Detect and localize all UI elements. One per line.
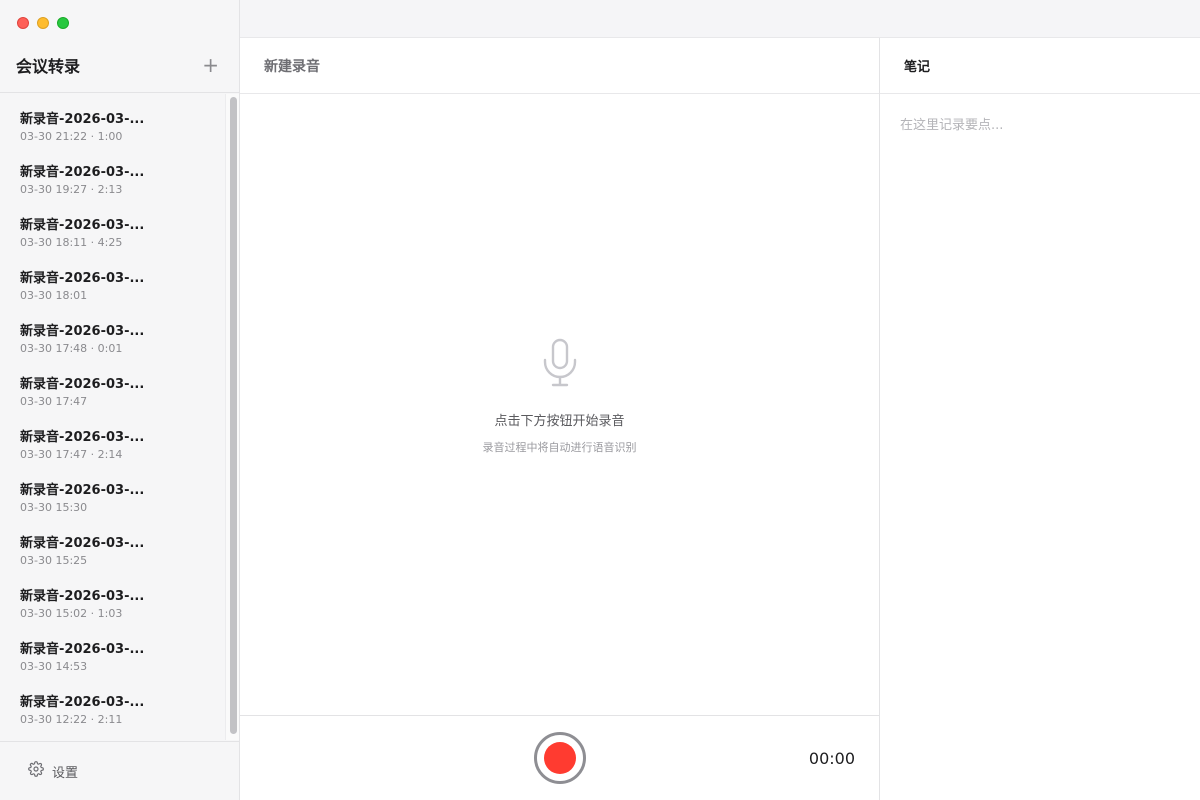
- recording-item-meta: 03-30 15:02 · 1:03: [20, 607, 123, 620]
- add-recording-button[interactable]: +: [202, 55, 219, 75]
- record-button[interactable]: [534, 732, 586, 784]
- minimize-window-button[interactable]: [37, 17, 49, 29]
- recording-pane: 新建录音 点击下方按钮开始录音 录音过程中将自动进行语音识别 00:00: [240, 38, 880, 800]
- settings-label: 设置: [52, 765, 79, 781]
- recording-item-title: 新录音-2026-03-...: [20, 112, 145, 127]
- recording-list-item[interactable]: 新录音-2026-03-... 03-30 18:11 · 4:25: [0, 200, 239, 253]
- microphone-icon: [540, 338, 580, 392]
- recording-item-title: 新录音-2026-03-...: [20, 377, 145, 392]
- recording-controls: 00:00: [240, 715, 879, 800]
- empty-state-title: 点击下方按钮开始录音: [494, 414, 625, 429]
- recording-list-item[interactable]: 新录音-2026-03-... 03-30 17:47: [0, 359, 239, 412]
- recording-item-meta: 03-30 15:25: [20, 554, 88, 567]
- recording-list: 新录音-2026-03-... 03-30 21:22 · 1:00 新录音-202…: [0, 94, 239, 740]
- window-controls: [17, 17, 69, 29]
- recording-item-title: 新录音-2026-03-...: [20, 430, 145, 445]
- recording-item-title: 新录音-2026-03-...: [20, 695, 145, 710]
- recording-list-item[interactable]: 新录音-2026-03-... 03-30 14:53: [0, 624, 239, 677]
- recording-item-title: 新录音-2026-03-...: [20, 483, 145, 498]
- notes-header: 笔记: [880, 38, 1200, 94]
- sidebar-scroll-thumb[interactable]: [230, 97, 237, 734]
- recording-timer: 00:00: [808, 749, 855, 768]
- recording-item-meta: 03-30 18:01: [20, 289, 88, 302]
- sidebar: 会议转录 + 新录音-2026-03-... 03-30 21:22 · 1:00…: [0, 0, 240, 800]
- recording-list-item[interactable]: 新录音-2026-03-... 03-30 21:22 · 1:00: [0, 94, 239, 147]
- recording-list-item[interactable]: 新录音-2026-03-... 03-30 12:22 · 2:11: [0, 677, 239, 730]
- recording-title: 新建录音: [264, 58, 320, 75]
- gear-icon: [28, 761, 44, 781]
- recording-list-item[interactable]: 新录音-2026-03-... 03-30 15:30: [0, 465, 239, 518]
- empty-state-subtitle: 录音过程中将自动进行语音识别: [482, 441, 637, 454]
- recording-list-item[interactable]: 新录音-2026-03-... 03-30 17:47 · 2:14: [0, 412, 239, 465]
- recording-list-item[interactable]: 新录音-2026-03-... 03-30 15:25: [0, 518, 239, 571]
- record-dot-icon: [544, 742, 576, 774]
- recording-item-meta: 03-30 18:11 · 4:25: [20, 236, 123, 249]
- recording-item-meta: 03-30 17:48 · 0:01: [20, 342, 123, 355]
- recording-item-title: 新录音-2026-03-...: [20, 642, 145, 657]
- recording-item-meta: 03-30 21:22 · 1:00: [20, 130, 123, 143]
- recording-item-title: 新录音-2026-03-...: [20, 536, 145, 551]
- recording-item-title: 新录音-2026-03-...: [20, 271, 145, 286]
- recording-list-item[interactable]: 新录音-2026-03-... 03-30 18:01: [0, 253, 239, 306]
- recording-item-meta: 03-30 17:47 · 2:14: [20, 448, 123, 461]
- sidebar-title: 会议转录: [16, 57, 81, 76]
- recording-item-title: 新录音-2026-03-...: [20, 165, 145, 180]
- recording-item-title: 新录音-2026-03-...: [20, 589, 145, 604]
- recording-item-meta: 03-30 12:22 · 2:11: [20, 713, 123, 726]
- empty-state: 点击下方按钮开始录音 录音过程中将自动进行语音识别: [240, 338, 879, 455]
- title-bar: [240, 0, 1200, 38]
- recording-item-meta: 03-30 14:53: [20, 660, 88, 673]
- sidebar-header: 会议转录 +: [0, 38, 239, 93]
- recording-list-item[interactable]: 新录音-2026-03-... 03-30 17:48 · 0:01: [0, 306, 239, 359]
- recording-list-item[interactable]: 新录音-2026-03-... 03-30 19:27 · 2:13: [0, 147, 239, 200]
- recording-item-meta: 03-30 17:47: [20, 395, 88, 408]
- settings-button[interactable]: 设置: [0, 741, 239, 800]
- notes-title: 笔记: [904, 60, 931, 75]
- recording-item-title: 新录音-2026-03-...: [20, 218, 145, 233]
- recording-item-meta: 03-30 15:30: [20, 501, 88, 514]
- app-window: 会议转录 + 新录音-2026-03-... 03-30 21:22 · 1:00…: [0, 0, 1200, 800]
- sidebar-scrollbar[interactable]: [225, 94, 239, 740]
- close-window-button[interactable]: [17, 17, 29, 29]
- maximize-window-button[interactable]: [57, 17, 69, 29]
- recording-item-title: 新录音-2026-03-...: [20, 324, 145, 339]
- recording-list-item[interactable]: 新录音-2026-03-... 03-30 15:02 · 1:03: [0, 571, 239, 624]
- notes-pane: 笔记: [880, 38, 1200, 800]
- notes-input[interactable]: [900, 114, 1180, 774]
- recording-item-meta: 03-30 19:27 · 2:13: [20, 183, 123, 196]
- recording-pane-header: 新建录音: [240, 38, 879, 94]
